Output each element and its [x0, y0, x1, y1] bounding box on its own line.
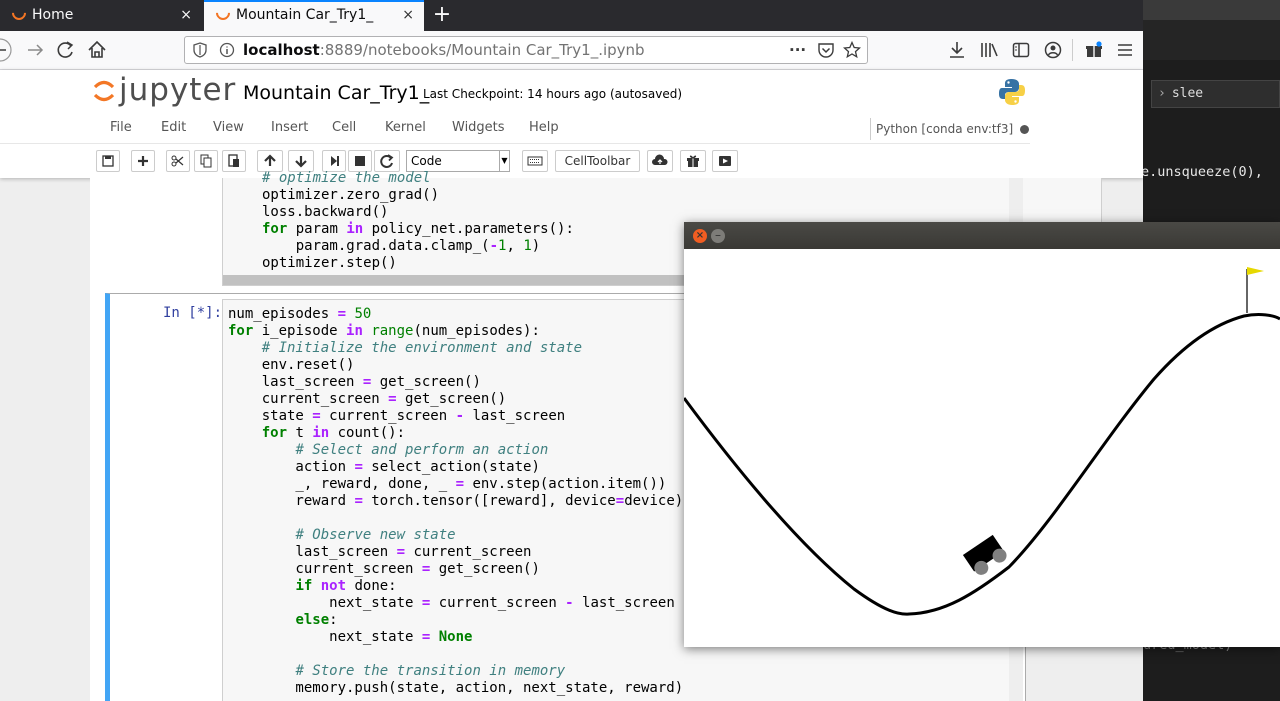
arrow-down-icon	[295, 156, 307, 168]
dropdown-arrow-icon: ▼	[499, 151, 509, 171]
navigation-bar: localhost:8889/notebooks/Mountain Car_Tr…	[0, 31, 1143, 70]
menu-insert[interactable]: Insert	[271, 113, 308, 143]
kernel-indicator[interactable]: Python [conda env:tf3]	[870, 118, 1030, 140]
code-block[interactable]: num_episodes = 50 for i_episode in range…	[228, 306, 683, 697]
bookmark-star-icon[interactable]	[843, 41, 861, 59]
checkpoint-status: Last Checkpoint: 14 hours ago (autosaved…	[423, 87, 683, 101]
account-icon[interactable]	[1044, 41, 1062, 59]
reload-button[interactable]	[52, 31, 78, 69]
tracking-shield-icon	[193, 42, 207, 58]
chevron-right-icon: ›	[1158, 86, 1166, 101]
terminal-titlebar	[1143, 0, 1280, 20]
tab-close-icon[interactable]: ×	[402, 2, 414, 29]
plus-icon	[138, 156, 148, 166]
keyboard-icon	[527, 156, 543, 166]
pocket-icon[interactable]	[817, 42, 835, 58]
code-block[interactable]: # optimize the model optimizer.zero_grad…	[262, 170, 574, 272]
cell-type-select[interactable]: Code ▼	[406, 150, 510, 172]
jupyter-menubar: File Edit View Insert Cell Kernel Widget…	[0, 113, 1030, 144]
move-up-button[interactable]	[257, 150, 283, 172]
step-forward-icon	[331, 156, 339, 166]
menu-view[interactable]: View	[213, 113, 244, 143]
sidebar-icon[interactable]	[1012, 41, 1030, 59]
cloud-upload-icon	[652, 154, 668, 165]
present-button[interactable]	[712, 150, 738, 172]
tab-bar: Home × Mountain Car_Try1_ × +	[0, 0, 1143, 31]
paste-button[interactable]	[222, 150, 246, 172]
save-icon	[102, 155, 114, 167]
cell-prompt: In [*]:	[163, 305, 223, 321]
restart-icon	[380, 154, 394, 168]
jupyter-logo-icon[interactable]	[92, 79, 116, 103]
tab-home-label: Home	[32, 7, 74, 23]
whats-new-gift-icon[interactable]	[1085, 41, 1103, 59]
gift-icon	[687, 155, 699, 167]
restart-button[interactable]	[374, 150, 400, 172]
window-close-icon[interactable]: ×	[693, 229, 707, 243]
url-bar[interactable]: localhost:8889/notebooks/Mountain Car_Tr…	[184, 36, 868, 64]
scissors-icon	[171, 155, 184, 167]
save-button[interactable]	[96, 150, 120, 172]
notebook-title[interactable]: Mountain Car_Try1_	[243, 82, 429, 104]
hamburger-menu-icon[interactable]	[1117, 42, 1133, 58]
new-tab-button[interactable]: +	[430, 0, 454, 29]
cut-button[interactable]	[166, 150, 190, 172]
jupyter-logo-text[interactable]: jupyter	[119, 72, 236, 108]
info-icon[interactable]	[219, 42, 235, 58]
stop-icon	[355, 156, 365, 166]
menu-edit[interactable]: Edit	[161, 113, 186, 143]
paste-icon	[228, 154, 239, 167]
menu-file[interactable]: File	[110, 113, 132, 143]
home-icon	[88, 40, 106, 58]
interrupt-button[interactable]	[348, 150, 372, 172]
kernel-name: Python [conda env:tf3]	[876, 122, 1014, 136]
forward-arrow-icon	[28, 44, 44, 56]
tab-close-icon[interactable]: ×	[180, 0, 192, 31]
python-logo-icon	[999, 79, 1025, 105]
downloads-icon[interactable]	[948, 41, 966, 59]
celltoolbar-button[interactable]: CellToolbar	[555, 150, 640, 172]
url-text: localhost:8889/notebooks/Mountain Car_Tr…	[243, 41, 645, 59]
menu-kernel[interactable]: Kernel	[385, 113, 426, 143]
video-play-icon	[719, 156, 731, 166]
jupyter-favicon-icon	[213, 3, 233, 23]
arrow-up-icon	[264, 154, 276, 166]
upload-button[interactable]	[647, 150, 673, 172]
window-minimize-icon[interactable]: –	[711, 229, 725, 243]
goal-flag-icon	[1247, 267, 1264, 275]
copy-icon	[200, 154, 212, 168]
menu-help[interactable]: Help	[529, 113, 559, 143]
reload-icon	[57, 41, 74, 58]
toolbar-separator	[1072, 39, 1073, 61]
run-button[interactable]	[322, 150, 346, 172]
mountain-car-window: × –	[684, 222, 1280, 647]
environment-canvas	[684, 267, 1280, 616]
back-arrow-icon	[0, 38, 12, 62]
tab-home[interactable]: Home ×	[0, 0, 204, 31]
forward-button[interactable]	[22, 31, 48, 69]
command-palette-button[interactable]	[522, 150, 548, 172]
page-actions-menu[interactable]: ···	[789, 37, 806, 63]
gift-button[interactable]	[680, 150, 706, 172]
menu-widgets[interactable]: Widgets	[452, 113, 505, 143]
terminal-toolbar	[1143, 20, 1280, 60]
menu-cell[interactable]: Cell	[332, 113, 356, 143]
terminal-search-box[interactable]: › slee	[1151, 80, 1280, 108]
terminal-search-text: slee	[1171, 86, 1204, 101]
terminal-code-line: e.unsqueeze(0),	[1143, 164, 1263, 180]
library-icon[interactable]	[980, 41, 1000, 59]
tab-notebook[interactable]: Mountain Car_Try1_ ×	[204, 0, 424, 31]
tab-notebook-label: Mountain Car_Try1_	[236, 7, 374, 23]
copy-button[interactable]	[194, 150, 218, 172]
move-down-button[interactable]	[288, 150, 314, 172]
window-titlebar[interactable]	[684, 222, 1280, 249]
jupyter-favicon-icon	[9, 3, 29, 23]
home-button[interactable]	[84, 31, 110, 69]
kernel-busy-icon	[1020, 125, 1030, 134]
insert-cell-button[interactable]	[131, 150, 155, 172]
back-button[interactable]	[0, 31, 20, 69]
jupyter-header: jupyter Mountain Car_Try1_ Last Checkpoi…	[0, 70, 1143, 178]
